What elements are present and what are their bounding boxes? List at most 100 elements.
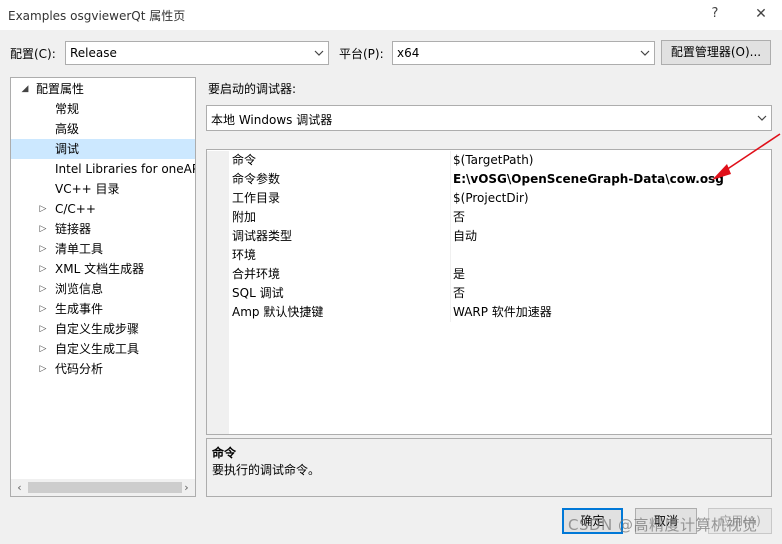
property-value[interactable]: $(ProjectDir): [453, 189, 529, 208]
tree-item[interactable]: Intel Libraries for oneAPI: [11, 159, 195, 179]
property-row[interactable]: 环境: [207, 246, 771, 265]
tree-item-label: C/C++: [55, 202, 96, 216]
platform-value: x64: [397, 46, 420, 60]
tree-item[interactable]: 高级: [11, 119, 195, 139]
close-button[interactable]: ✕: [749, 4, 773, 24]
apply-button[interactable]: 应用(A): [708, 508, 772, 534]
platform-select[interactable]: x64: [392, 41, 655, 65]
collapsed-arrow-icon[interactable]: ▷: [37, 359, 49, 379]
tree-item-label: 代码分析: [55, 362, 104, 376]
collapsed-arrow-icon[interactable]: ▷: [37, 259, 49, 279]
property-value[interactable]: 自动: [453, 227, 477, 246]
tree-item[interactable]: ▷ C/C++: [11, 199, 195, 219]
tree-item-label: 自定义生成工具: [55, 342, 140, 356]
tree-item-label: 配置属性: [36, 82, 85, 96]
column-divider: [450, 170, 451, 189]
row-margin: [207, 208, 229, 227]
config-value: Release: [70, 46, 117, 60]
row-margin: [207, 246, 229, 265]
tree-item[interactable]: ▷ 链接器: [11, 219, 195, 239]
description-text: 要执行的调试命令。: [212, 463, 321, 477]
collapsed-arrow-icon[interactable]: ▷: [37, 219, 49, 239]
column-divider: [450, 151, 451, 170]
property-row[interactable]: 命令参数 E:\vOSG\OpenSceneGraph-Data\cow.osg: [207, 170, 771, 189]
tree-item-label: 清单工具: [55, 242, 104, 256]
property-row[interactable]: Amp 默认快捷键 WARP 软件加速器: [207, 303, 771, 322]
collapsed-arrow-icon[interactable]: ▷: [37, 199, 49, 219]
description-title: 命令: [212, 446, 237, 460]
horizontal-scrollbar[interactable]: ‹ ›: [11, 479, 195, 496]
cancel-button[interactable]: 取消: [635, 508, 697, 534]
property-row[interactable]: 附加 否: [207, 208, 771, 227]
debugger-label: 要启动的调试器:: [208, 82, 297, 96]
row-margin: [207, 284, 229, 303]
help-button[interactable]: ?: [703, 4, 727, 24]
collapsed-arrow-icon[interactable]: ▷: [37, 339, 49, 359]
property-value[interactable]: 否: [453, 284, 465, 303]
tree-item[interactable]: ▷ 浏览信息: [11, 279, 195, 299]
property-value[interactable]: 是: [453, 265, 465, 284]
chevron-down-icon: [757, 115, 767, 121]
window-title: Examples osgviewerQt 属性页: [8, 9, 186, 23]
column-divider: [450, 246, 451, 265]
tree-item-label: 生成事件: [55, 302, 104, 316]
debugger-select[interactable]: 本地 Windows 调试器: [206, 105, 772, 131]
tree-item-label: 链接器: [55, 222, 92, 236]
collapsed-arrow-icon[interactable]: ▷: [37, 319, 49, 339]
property-name: 命令: [232, 153, 257, 167]
scrollbar-thumb[interactable]: [28, 482, 182, 493]
tree-item[interactable]: ▷ 生成事件: [11, 299, 195, 319]
expanded-arrow-icon[interactable]: ◢: [19, 79, 31, 99]
config-select[interactable]: Release: [65, 41, 329, 65]
tree-item-label: XML 文档生成器: [55, 262, 145, 276]
tree-item[interactable]: VC++ 目录: [11, 179, 195, 199]
ok-button[interactable]: 确定: [562, 508, 623, 534]
tree-item-label: VC++ 目录: [55, 182, 120, 196]
property-value[interactable]: $(TargetPath): [453, 151, 533, 170]
property-row[interactable]: 命令 $(TargetPath): [207, 151, 771, 170]
tree-item[interactable]: ▷ 自定义生成步骤: [11, 319, 195, 339]
chevron-down-icon: [314, 50, 324, 56]
row-margin: [207, 303, 229, 322]
tree-item[interactable]: ▷ XML 文档生成器: [11, 259, 195, 279]
property-row[interactable]: 调试器类型 自动: [207, 227, 771, 246]
tree-item-label: 调试: [55, 142, 80, 156]
chevron-down-icon: [640, 50, 650, 56]
tree-item-label: Intel Libraries for oneAPI: [55, 162, 195, 176]
config-manager-button[interactable]: 配置管理器(O)...: [661, 40, 771, 65]
description-panel: 命令 要执行的调试命令。: [206, 438, 772, 497]
column-divider: [450, 189, 451, 208]
row-margin: [207, 227, 229, 246]
property-name: 环境: [232, 248, 257, 262]
scroll-right-icon[interactable]: ›: [178, 479, 195, 496]
property-value[interactable]: WARP 软件加速器: [453, 303, 552, 322]
column-divider: [450, 265, 451, 284]
row-margin: [207, 151, 229, 170]
property-name: SQL 调试: [232, 286, 284, 300]
property-tree: ◢ 配置属性常规 高级调试 Intel Libraries for oneAPI VC+…: [10, 77, 196, 497]
property-row[interactable]: SQL 调试 否: [207, 284, 771, 303]
tree-item[interactable]: 常规: [11, 99, 195, 119]
property-row[interactable]: 工作目录 $(ProjectDir): [207, 189, 771, 208]
tree-item[interactable]: ▷ 自定义生成工具: [11, 339, 195, 359]
collapsed-arrow-icon[interactable]: ▷: [37, 299, 49, 319]
config-label: 配置(C):: [10, 47, 56, 61]
collapsed-arrow-icon[interactable]: ▷: [37, 279, 49, 299]
grid-margin: [207, 322, 229, 434]
scroll-left-icon[interactable]: ‹: [11, 479, 28, 496]
row-margin: [207, 170, 229, 189]
property-value[interactable]: 否: [453, 208, 465, 227]
column-divider: [450, 303, 451, 322]
tree-item-label: 自定义生成步骤: [55, 322, 140, 336]
collapsed-arrow-icon[interactable]: ▷: [37, 239, 49, 259]
tree-item[interactable]: ▷ 清单工具: [11, 239, 195, 259]
property-value[interactable]: E:\vOSG\OpenSceneGraph-Data\cow.osg: [453, 170, 724, 189]
title-bar: Examples osgviewerQt 属性页 ? ✕: [0, 0, 782, 30]
row-margin: [207, 265, 229, 284]
column-divider: [450, 227, 451, 246]
platform-label: 平台(P):: [339, 47, 384, 61]
property-row[interactable]: 合并环境 是: [207, 265, 771, 284]
tree-item[interactable]: 调试: [11, 139, 195, 159]
tree-item[interactable]: ◢ 配置属性: [11, 79, 195, 99]
tree-item[interactable]: ▷ 代码分析: [11, 359, 195, 379]
